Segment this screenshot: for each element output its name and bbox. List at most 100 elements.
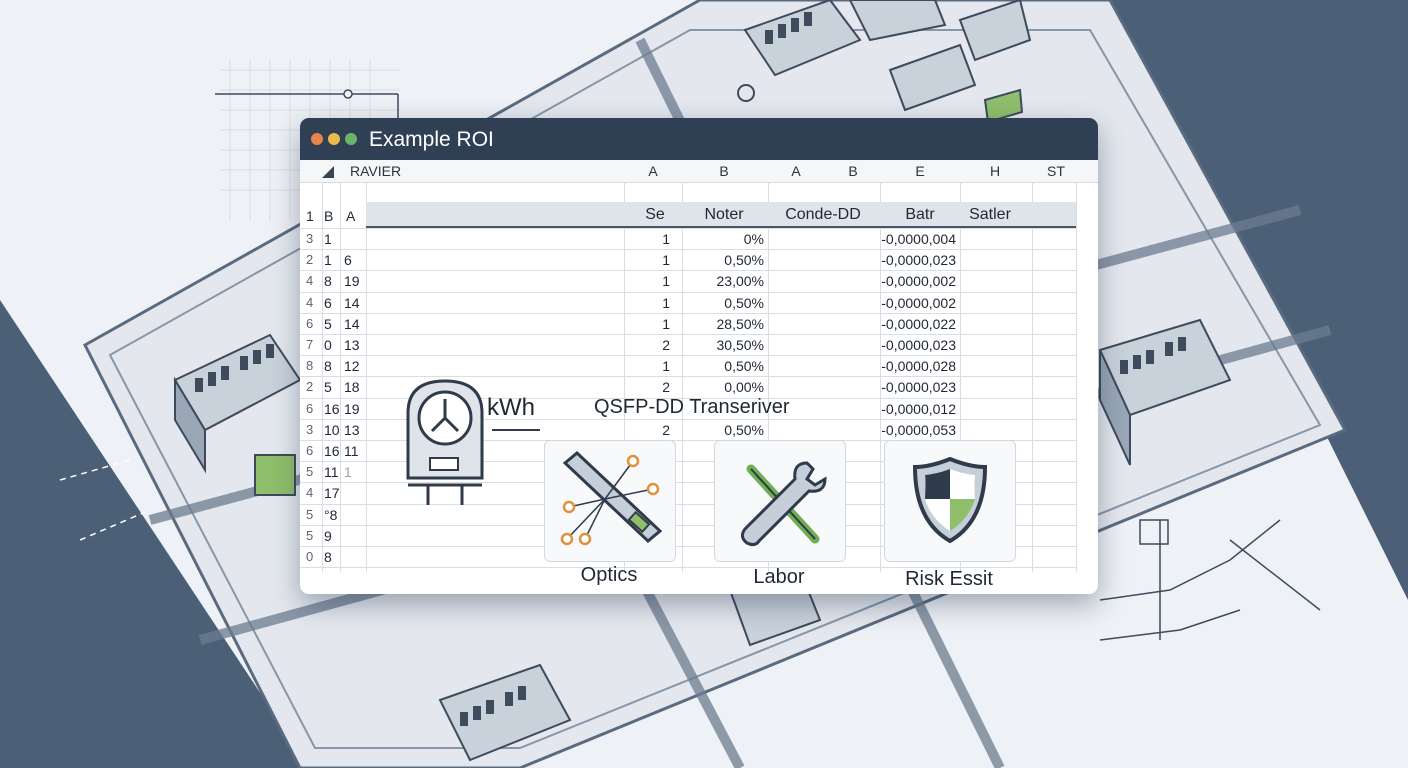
cell-a[interactable]: 18 [344, 379, 364, 395]
cell-a[interactable]: 19 [344, 401, 364, 417]
row-number[interactable]: 6 [306, 443, 318, 458]
cell-batr[interactable]: -0,0000,023 [876, 252, 956, 268]
cell-b[interactable]: °8 [324, 507, 340, 523]
cell-b[interactable]: 10 [324, 422, 340, 438]
cell-b[interactable]: 1 [324, 231, 340, 247]
meter-underline [492, 429, 540, 431]
header-satler[interactable]: Satler [960, 206, 1020, 224]
row-number[interactable]: 2 [306, 379, 318, 394]
cell-noter[interactable]: 28,50% [684, 316, 764, 332]
row-number[interactable]: 4 [306, 485, 318, 500]
cell-a[interactable]: 1 [344, 464, 364, 480]
row-number[interactable]: 5 [306, 464, 318, 479]
cell-se[interactable]: 2 [630, 422, 670, 438]
cell-noter[interactable]: 23,00% [684, 273, 764, 289]
column-letter[interactable]: A [789, 163, 803, 179]
select-all-corner[interactable] [322, 166, 334, 178]
row-number[interactable]: 4 [306, 273, 318, 288]
cell-b[interactable]: 8 [324, 549, 340, 565]
window-titlebar: Example ROI [300, 118, 1098, 160]
cell-noter[interactable]: 0,50% [684, 358, 764, 374]
maximize-window-dot[interactable] [345, 133, 357, 145]
cell-b[interactable]: 0 [324, 337, 340, 353]
cell-noter[interactable]: 0% [684, 231, 764, 247]
cell-b[interactable]: 1 [324, 252, 340, 268]
cell-batr[interactable]: -0,0000,004 [876, 231, 956, 247]
row-number[interactable]: 4 [306, 295, 318, 310]
header-se[interactable]: Se [630, 206, 680, 224]
column-letter[interactable]: B [846, 163, 860, 179]
row-number[interactable]: 3 [306, 231, 318, 246]
minimize-window-dot[interactable] [328, 133, 340, 145]
grid-row-line [300, 312, 1076, 314]
cell-batr[interactable]: -0,0000,002 [876, 273, 956, 289]
cell-se[interactable]: 1 [630, 358, 670, 374]
close-window-dot[interactable] [311, 133, 323, 145]
column-letter[interactable]: B [717, 163, 731, 179]
header-conde-dd[interactable]: Conde-DD [768, 206, 878, 224]
cell-batr[interactable]: -0,0000,012 [876, 401, 956, 417]
cell-noter[interactable]: 0,50% [684, 252, 764, 268]
cell-se[interactable]: 2 [630, 379, 670, 395]
row-number[interactable]: 8 [306, 358, 318, 373]
cell-a[interactable]: 14 [344, 295, 364, 311]
cell-a[interactable]: 12 [344, 358, 364, 374]
risk-card[interactable] [884, 440, 1016, 562]
cell-b[interactable]: 17 [324, 485, 340, 501]
row-number[interactable]: 0 [306, 549, 318, 564]
header-noter[interactable]: Noter [684, 206, 764, 224]
transceiver-label: QSFP-DD Transeriver [594, 396, 790, 418]
risk-label: Risk Essit [905, 568, 993, 590]
cell-se[interactable]: 1 [630, 295, 670, 311]
cell-a[interactable]: 14 [344, 316, 364, 332]
column-letter[interactable]: ST [1044, 163, 1068, 179]
sheet-name[interactable]: RAVIER [350, 163, 401, 179]
column-letter[interactable]: A [646, 163, 660, 179]
cell-b[interactable]: 11 [324, 464, 340, 480]
cell-b[interactable]: 6 [324, 295, 340, 311]
row-number[interactable]: 6 [306, 401, 318, 416]
cell-se[interactable]: 1 [630, 252, 670, 268]
header-batr[interactable]: Batr [880, 206, 960, 224]
cell-batr[interactable]: -0,0000,023 [876, 379, 956, 395]
column-letter[interactable]: H [988, 163, 1002, 179]
row-number[interactable]: 7 [306, 337, 318, 352]
column-letter[interactable]: E [913, 163, 927, 179]
optics-card[interactable] [544, 440, 676, 562]
row-number[interactable]: 2 [306, 252, 318, 267]
row-number[interactable]: 5 [306, 528, 318, 543]
cell-batr[interactable]: -0,0000,022 [876, 316, 956, 332]
cell-b[interactable]: 5 [324, 379, 340, 395]
optical-transceiver-icon [560, 450, 663, 546]
row-number[interactable]: 5 [306, 507, 318, 522]
cell-b[interactable]: 5 [324, 316, 340, 332]
cell-a[interactable]: 6 [344, 252, 364, 268]
row-number[interactable]: 3 [306, 422, 318, 437]
cell-batr[interactable]: -0,0000,023 [876, 337, 956, 353]
cell-a[interactable]: 19 [344, 273, 364, 289]
row-number[interactable]: 6 [306, 316, 318, 331]
grid-row-line [300, 249, 1076, 251]
cell-b[interactable]: 16 [324, 401, 340, 417]
cell-b[interactable]: 9 [324, 528, 340, 544]
cell-b[interactable]: 8 [324, 358, 340, 374]
labor-card[interactable] [714, 440, 846, 562]
cell-se[interactable]: 1 [630, 231, 670, 247]
cell-noter[interactable]: 0,50% [684, 422, 764, 438]
cell-se[interactable]: 2 [630, 337, 670, 353]
spreadsheet-window: Example ROI RAVIER A B A B E H ST 1 B A … [300, 118, 1098, 594]
cell-noter[interactable]: 0,50% [684, 295, 764, 311]
cell-se[interactable]: 1 [630, 273, 670, 289]
cell-batr[interactable]: -0,0000,053 [876, 422, 956, 438]
cell-batr[interactable]: -0,0000,002 [876, 295, 956, 311]
cell-se[interactable]: 1 [630, 316, 670, 332]
cell-noter[interactable]: 0,00% [684, 379, 764, 395]
cell-a[interactable]: 13 [344, 337, 364, 353]
cell-noter[interactable]: 30,50% [684, 337, 764, 353]
grid-row-line [300, 270, 1076, 272]
cell-batr[interactable]: -0,0000,028 [876, 358, 956, 374]
cell-a[interactable]: 11 [344, 443, 364, 459]
cell-b[interactable]: 16 [324, 443, 340, 459]
cell-a[interactable]: 13 [344, 422, 364, 438]
cell-b[interactable]: 8 [324, 273, 340, 289]
